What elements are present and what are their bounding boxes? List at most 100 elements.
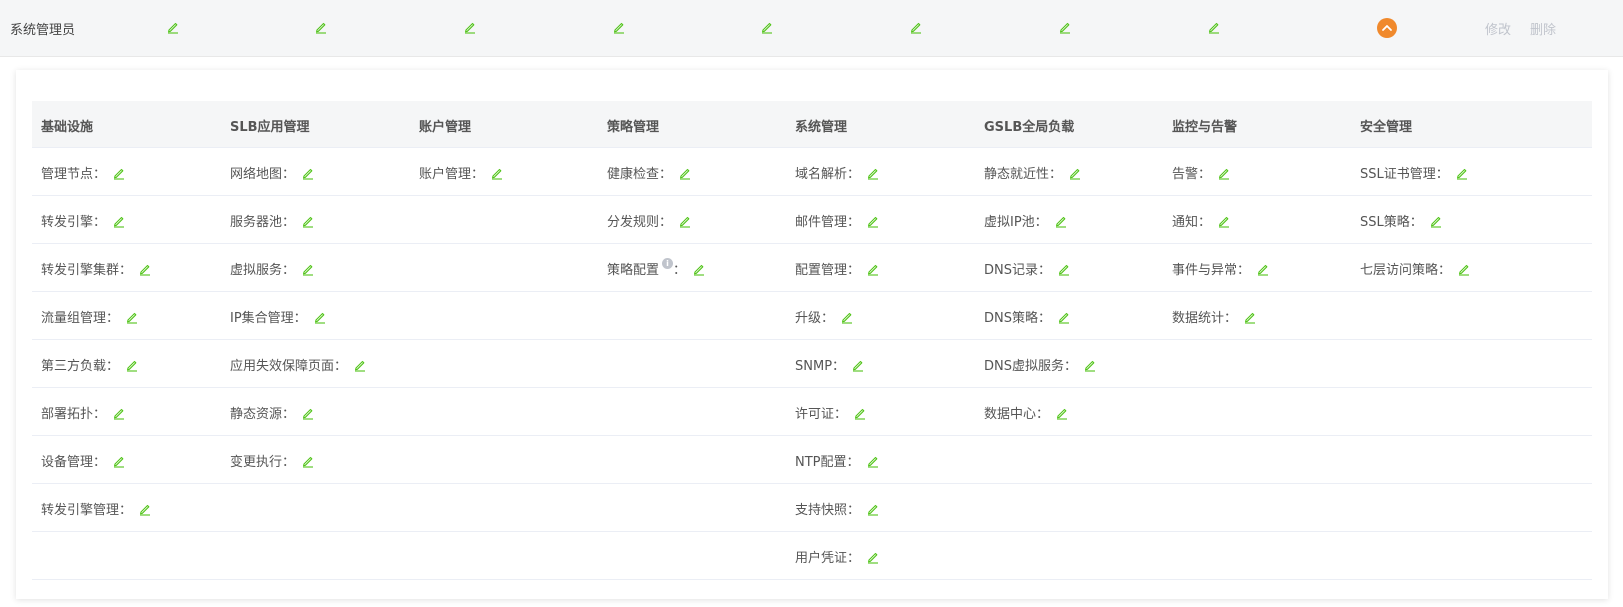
edit-icon[interactable] bbox=[301, 262, 315, 276]
edit-icon[interactable] bbox=[1429, 214, 1443, 228]
delete-button[interactable]: 删除 bbox=[1530, 19, 1556, 38]
role-name: 系统管理员 bbox=[10, 23, 76, 38]
permission-label: 策略配置 bbox=[607, 263, 660, 278]
edit-icon[interactable] bbox=[1256, 262, 1270, 276]
edit-icon[interactable] bbox=[1057, 262, 1071, 276]
permission-row: 流量组管理： IP集合管理： 升级： DNS策略： 数据统计： bbox=[32, 292, 1592, 340]
edit-icon[interactable] bbox=[301, 406, 315, 420]
column-edit-icon[interactable] bbox=[1207, 20, 1222, 35]
permission-label: 数据统计： bbox=[1172, 311, 1238, 326]
category-header: 策略管理 bbox=[607, 120, 660, 135]
permission-item: 邮件管理： bbox=[795, 211, 880, 230]
edit-icon[interactable] bbox=[853, 406, 867, 420]
permission-item: 域名解析： bbox=[795, 163, 880, 182]
edit-icon[interactable] bbox=[678, 214, 692, 228]
category-header: 监控与告警 bbox=[1172, 120, 1238, 135]
permission-item: 用户凭证： bbox=[795, 547, 880, 566]
permission-label: 应用失效保障页面： bbox=[230, 359, 348, 374]
permission-item: 应用失效保障页面： bbox=[230, 355, 367, 374]
permission-label: 转发引擎： bbox=[41, 215, 107, 230]
permission-label: 虚拟IP池： bbox=[984, 215, 1048, 230]
column-edit-icon[interactable] bbox=[463, 20, 478, 35]
edit-icon[interactable] bbox=[692, 262, 706, 276]
column-edit-icon[interactable] bbox=[166, 20, 181, 35]
edit-icon[interactable] bbox=[1068, 166, 1082, 180]
edit-icon[interactable] bbox=[866, 166, 880, 180]
permission-label: 分发规则： bbox=[607, 215, 673, 230]
modify-button[interactable]: 修改 bbox=[1485, 19, 1511, 38]
edit-icon[interactable] bbox=[138, 502, 152, 516]
edit-icon[interactable] bbox=[678, 166, 692, 180]
edit-icon[interactable] bbox=[313, 310, 327, 324]
permission-label: SSL证书管理： bbox=[1360, 167, 1449, 182]
edit-icon[interactable] bbox=[1217, 166, 1231, 180]
permission-item: 服务器池： bbox=[230, 211, 315, 230]
permission-row: 用户凭证： bbox=[32, 532, 1592, 580]
permission-item: 流量组管理： bbox=[41, 307, 139, 326]
category-header-row: 基础设施 SLB应用管理 账户管理 策略管理 系统管理 GSLB全局负载 监控与告警 安全管理 bbox=[32, 101, 1592, 148]
edit-icon[interactable] bbox=[1217, 214, 1231, 228]
permission-row: 转发引擎： 服务器池： 分发规则： 邮件管理： 虚拟IP池： 通知： SSL策略： bbox=[32, 196, 1592, 244]
edit-icon[interactable] bbox=[1243, 310, 1257, 324]
collapse-button[interactable] bbox=[1377, 18, 1397, 38]
edit-icon[interactable] bbox=[112, 214, 126, 228]
info-icon[interactable]: i bbox=[662, 258, 674, 269]
permission-item: 转发引擎管理： bbox=[41, 499, 152, 518]
permission-label: 管理节点： bbox=[41, 167, 107, 182]
permission-label: 七层访问策略： bbox=[1360, 263, 1452, 278]
edit-icon[interactable] bbox=[1054, 214, 1068, 228]
edit-icon[interactable] bbox=[301, 166, 315, 180]
permission-item: 告警： bbox=[1172, 163, 1231, 182]
edit-icon[interactable] bbox=[112, 454, 126, 468]
column-edit-icon[interactable] bbox=[314, 20, 329, 35]
edit-icon[interactable] bbox=[138, 262, 152, 276]
permission-item: 静态资源： bbox=[230, 403, 315, 422]
edit-icon[interactable] bbox=[490, 166, 504, 180]
edit-icon[interactable] bbox=[125, 310, 139, 324]
permission-item: 事件与异常： bbox=[1172, 259, 1270, 278]
edit-icon[interactable] bbox=[1057, 310, 1071, 324]
edit-icon[interactable] bbox=[866, 550, 880, 564]
column-edit-icon[interactable] bbox=[760, 20, 775, 35]
edit-icon[interactable] bbox=[866, 214, 880, 228]
edit-icon[interactable] bbox=[112, 166, 126, 180]
permission-label: 域名解析： bbox=[795, 167, 861, 182]
edit-icon[interactable] bbox=[1055, 406, 1069, 420]
edit-icon[interactable] bbox=[840, 310, 854, 324]
permission-item: 升级： bbox=[795, 307, 854, 326]
permission-label: 升级： bbox=[795, 311, 835, 326]
column-edit-icon[interactable] bbox=[909, 20, 924, 35]
permission-label: DNS虚拟服务： bbox=[984, 359, 1077, 374]
edit-icon[interactable] bbox=[301, 454, 315, 468]
edit-icon[interactable] bbox=[866, 262, 880, 276]
permission-label: DNS策略： bbox=[984, 311, 1051, 326]
edit-icon[interactable] bbox=[125, 358, 139, 372]
permission-item: SSL证书管理： bbox=[1360, 163, 1469, 182]
edit-icon[interactable] bbox=[866, 502, 880, 516]
permission-item: IP集合管理： bbox=[230, 307, 327, 326]
column-edit-icon[interactable] bbox=[612, 20, 627, 35]
edit-icon[interactable] bbox=[866, 454, 880, 468]
edit-icon[interactable] bbox=[353, 358, 367, 372]
permission-item: 网络地图： bbox=[230, 163, 315, 182]
permission-grid: 基础设施 SLB应用管理 账户管理 策略管理 系统管理 GSLB全局负载 监控与告警 安全管理… bbox=[32, 101, 1592, 580]
edit-icon[interactable] bbox=[1455, 166, 1469, 180]
permission-label: 配置管理： bbox=[795, 263, 861, 278]
permission-label: 通知： bbox=[1172, 215, 1212, 230]
permission-row: 管理节点： 网络地图： 账户管理： 健康检查： 域名解析： 静态就近性： 告警： SSL证书管… bbox=[32, 148, 1592, 196]
edit-icon[interactable] bbox=[112, 406, 126, 420]
permission-label: SNMP： bbox=[795, 359, 846, 374]
permission-label: 健康检查： bbox=[607, 167, 673, 182]
permission-item: 策略配置 i： bbox=[607, 258, 706, 278]
permission-item: SSL策略： bbox=[1360, 211, 1443, 230]
permission-item: SNMP： bbox=[795, 355, 865, 374]
column-edit-icon[interactable] bbox=[1058, 20, 1073, 35]
edit-icon[interactable] bbox=[1083, 358, 1097, 372]
edit-icon[interactable] bbox=[301, 214, 315, 228]
edit-icon[interactable] bbox=[1457, 262, 1471, 276]
permission-label: 虚拟服务： bbox=[230, 263, 296, 278]
permission-item: DNS策略： bbox=[984, 307, 1071, 326]
permission-item: 数据中心： bbox=[984, 403, 1069, 422]
edit-icon[interactable] bbox=[851, 358, 865, 372]
permission-item: NTP配置： bbox=[795, 451, 880, 470]
